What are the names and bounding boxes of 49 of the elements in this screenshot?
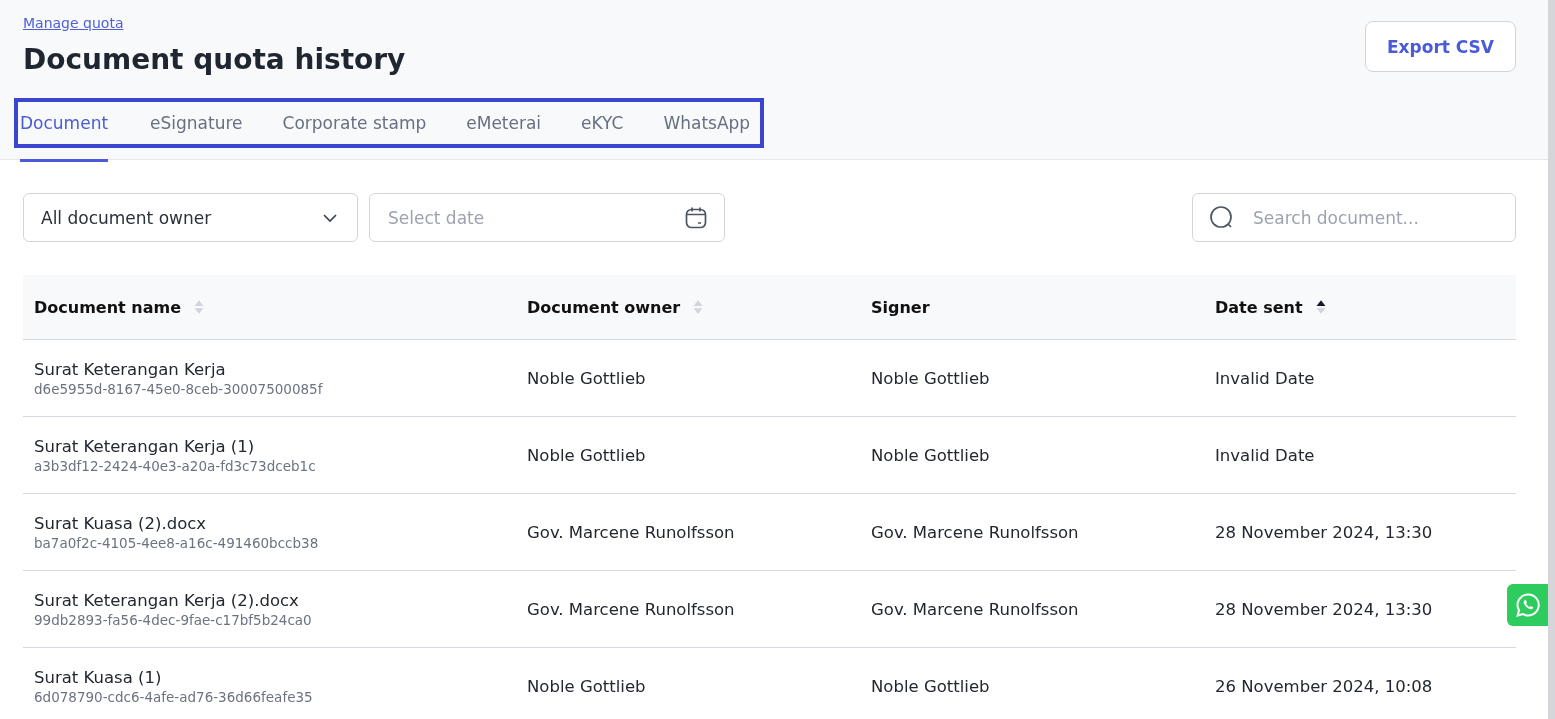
table-cell: Gov. Marcene Runolfsson bbox=[871, 522, 1079, 542]
table-cell: Noble Gottlieb bbox=[871, 445, 990, 465]
page-title: Document quota history bbox=[23, 42, 406, 78]
table-cell: Noble Gottlieb bbox=[527, 445, 646, 465]
chat-bubble-phone-icon bbox=[1514, 592, 1541, 618]
tab[interactable]: eMeterai bbox=[466, 102, 558, 144]
calendar-icon bbox=[684, 205, 708, 230]
document-owner-dropdown[interactable]: All document owner bbox=[23, 193, 358, 242]
sort-icon[interactable] bbox=[1314, 298, 1327, 316]
tab[interactable]: Corporate stamp bbox=[282, 102, 443, 144]
export-csv-button[interactable]: Export CSV bbox=[1365, 21, 1516, 72]
date-field[interactable]: Select date bbox=[369, 193, 725, 242]
tab[interactable]: WhatsApp bbox=[663, 102, 761, 144]
document-name: Surat Kuasa (1) bbox=[34, 667, 163, 687]
manage-quota-link[interactable]: Manage quota bbox=[23, 12, 406, 34]
column-header[interactable]: Document owner bbox=[527, 297, 681, 317]
table-cell: Noble Gottlieb bbox=[871, 676, 990, 696]
table-cell: Noble Gottlieb bbox=[871, 368, 990, 388]
document-id: d6e5955d-8167-45e0-8ceb-30007500085f bbox=[34, 380, 324, 397]
table-cell: Invalid Date bbox=[1215, 445, 1315, 465]
document-name: Surat Keterangan Kerja bbox=[34, 359, 227, 379]
document-name: Surat Kuasa (2).docx bbox=[34, 513, 208, 533]
column-header[interactable]: Signer bbox=[871, 297, 930, 317]
dropdown-value: All document owner bbox=[41, 207, 212, 228]
whatsapp-chat-button[interactable] bbox=[1507, 584, 1548, 626]
table-cell: 28 November 2024, 13:30 bbox=[1215, 599, 1433, 619]
tab[interactable]: Document bbox=[20, 102, 109, 162]
tab[interactable]: eKYC bbox=[581, 102, 640, 144]
column-header[interactable]: Document name bbox=[34, 297, 181, 317]
date-input[interactable]: Select date bbox=[386, 206, 684, 229]
column-header[interactable]: Date sent bbox=[1215, 297, 1303, 317]
search-input[interactable]: Search document... bbox=[1251, 206, 1503, 229]
table-cell: Noble Gottlieb bbox=[527, 368, 646, 388]
document-name: Surat Keterangan Kerja (2).docx bbox=[34, 590, 300, 610]
document-id: 99db2893-fa56-4dec-9fae-c17bf5b24ca0 bbox=[34, 611, 313, 628]
document-id: ba7a0f2c-4105-4ee8-a16c-491460bccb38 bbox=[34, 534, 320, 551]
table-cell: Gov. Marcene Runolfsson bbox=[527, 522, 735, 542]
table-cell: Invalid Date bbox=[1215, 368, 1315, 388]
document-name: Surat Keterangan Kerja (1) bbox=[34, 436, 256, 456]
table-cell: Gov. Marcene Runolfsson bbox=[871, 599, 1079, 619]
document-id: a3b3df12-2424-40e3-a20a-fd3c73dceb1c bbox=[34, 457, 317, 474]
table-cell: Noble Gottlieb bbox=[527, 676, 646, 696]
table-cell: Gov. Marcene Runolfsson bbox=[527, 599, 735, 619]
search-field[interactable]: Search document... bbox=[1192, 193, 1516, 242]
tab[interactable]: eSignature bbox=[150, 102, 259, 144]
table-cell: 28 November 2024, 13:30 bbox=[1215, 522, 1433, 542]
search-icon bbox=[1209, 204, 1235, 231]
table-cell: 26 November 2024, 10:08 bbox=[1215, 676, 1433, 696]
document-id: 6d078790-cdc6-4afe-ad76-36d66feafe35 bbox=[34, 688, 314, 705]
